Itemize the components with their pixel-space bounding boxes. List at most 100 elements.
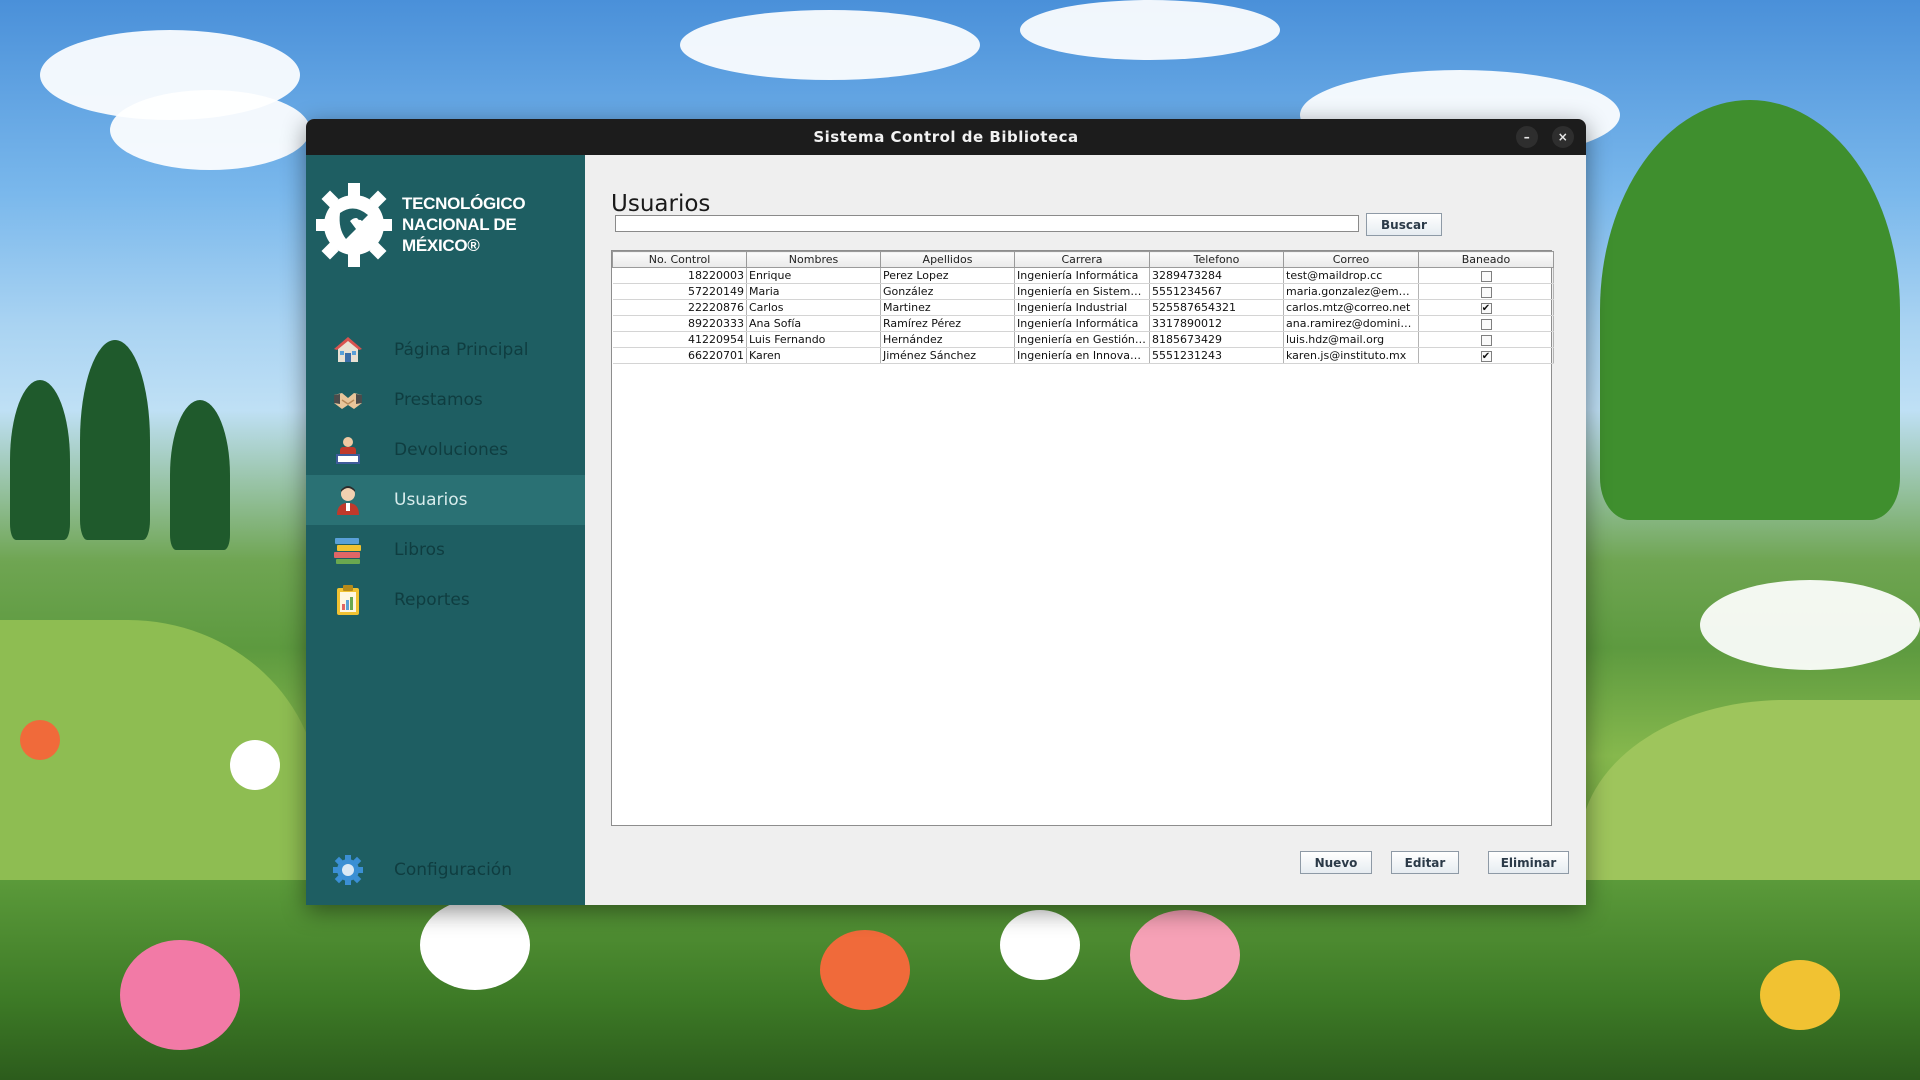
column-header-nombres[interactable]: Nombres xyxy=(746,251,881,268)
new-button[interactable]: Nuevo xyxy=(1300,851,1372,874)
cell-carrera[interactable]: Ingeniería Informática xyxy=(1014,315,1150,332)
cell-telefono[interactable]: 8185673429 xyxy=(1149,331,1284,348)
sidebar-item-devoluciones[interactable]: Devoluciones xyxy=(306,425,585,475)
cell-nombres[interactable]: Ana Sofía xyxy=(746,315,881,332)
banned-checkbox[interactable] xyxy=(1480,334,1492,346)
table-row[interactable]: 66220701 Karen Jiménez Sánchez Ingenierí… xyxy=(612,347,1554,364)
table-row[interactable]: 18220003 Enrique Perez Lopez Ingeniería … xyxy=(612,267,1554,284)
cell-nombres[interactable]: Karen xyxy=(746,347,881,364)
cell-no-control[interactable]: 41220954 xyxy=(612,331,747,348)
cell-carrera[interactable]: Ingeniería en Sistema... xyxy=(1014,283,1150,300)
tree xyxy=(10,380,70,540)
banned-checkbox[interactable]: ✔ xyxy=(1480,302,1492,314)
edit-button[interactable]: Editar xyxy=(1391,851,1459,874)
cell-no-control[interactable]: 18220003 xyxy=(612,267,747,284)
column-header-no-control[interactable]: No. Control xyxy=(612,251,747,268)
sidebar-item-label: Usuarios xyxy=(394,490,468,510)
table-row[interactable]: 41220954 Luis Fernando Hernández Ingenie… xyxy=(612,331,1554,348)
flower xyxy=(120,940,240,1050)
flower xyxy=(1130,910,1240,1000)
handshake-icon xyxy=(332,384,364,416)
cell-correo[interactable]: luis.hdz@mail.org xyxy=(1283,331,1419,348)
banned-checkbox[interactable] xyxy=(1480,286,1492,298)
cell-telefono[interactable]: 5551234567 xyxy=(1149,283,1284,300)
cell-apellidos[interactable]: González xyxy=(880,283,1015,300)
cell-baneado xyxy=(1418,283,1554,300)
cell-no-control[interactable]: 89220333 xyxy=(612,315,747,332)
cell-apellidos[interactable]: Perez Lopez xyxy=(880,267,1015,284)
cloud xyxy=(680,10,980,80)
cell-carrera[interactable]: Ingeniería en Innovaci... xyxy=(1014,347,1150,364)
sidebar-item-prestamos[interactable]: Prestamos xyxy=(306,375,585,425)
gear-icon xyxy=(332,854,364,886)
sidebar-item-pagina-principal[interactable]: Página Principal xyxy=(306,325,585,375)
delete-button[interactable]: Eliminar xyxy=(1488,851,1569,874)
users-table-container[interactable]: No. Control Nombres Apellidos Carrera Te… xyxy=(611,250,1554,826)
cell-nombres[interactable]: Luis Fernando xyxy=(746,331,881,348)
cell-correo[interactable]: karen.js@instituto.mx xyxy=(1283,347,1419,364)
sidebar-item-usuarios[interactable]: Usuarios xyxy=(306,475,585,525)
cell-carrera[interactable]: Ingeniería en Gestión ... xyxy=(1014,331,1150,348)
banned-checkbox[interactable] xyxy=(1480,318,1492,330)
title-bar[interactable]: Sistema Control de Biblioteca – × xyxy=(306,119,1586,155)
cell-nombres[interactable]: Carlos xyxy=(746,299,881,316)
table-row[interactable]: 57220149 Maria González Ingeniería en Si… xyxy=(612,283,1554,300)
flower xyxy=(1760,960,1840,1030)
minimize-button[interactable]: – xyxy=(1516,126,1538,148)
column-header-baneado[interactable]: Baneado xyxy=(1418,251,1554,268)
cell-correo[interactable]: carlos.mtz@correo.net xyxy=(1283,299,1419,316)
column-header-correo[interactable]: Correo xyxy=(1283,251,1419,268)
cell-no-control[interactable]: 57220149 xyxy=(612,283,747,300)
close-button[interactable]: × xyxy=(1552,126,1574,148)
table-row[interactable]: 89220333 Ana Sofía Ramírez Pérez Ingenie… xyxy=(612,315,1554,332)
window-content: TECNOLÓGICO NACIONAL DE MÉXICO® Página P… xyxy=(306,155,1586,905)
cell-nombres[interactable]: Enrique xyxy=(746,267,881,284)
flower xyxy=(230,740,280,790)
table-row[interactable]: 22220876 Carlos Martinez Ingeniería Indu… xyxy=(612,299,1554,316)
search-button[interactable]: Buscar xyxy=(1366,213,1442,236)
cell-nombres[interactable]: Maria xyxy=(746,283,881,300)
cell-apellidos[interactable]: Ramírez Pérez xyxy=(880,315,1015,332)
logo-line-1: TECNOLÓGICO xyxy=(402,193,526,213)
cell-no-control[interactable]: 66220701 xyxy=(612,347,747,364)
cell-correo[interactable]: ana.ramirez@dominio... xyxy=(1283,315,1419,332)
cell-apellidos[interactable]: Martinez xyxy=(880,299,1015,316)
sidebar-nav: Página Principal Prestamos Devoluciones … xyxy=(306,325,585,625)
sidebar-item-label: Devoluciones xyxy=(394,440,509,460)
cell-apellidos[interactable]: Hernández xyxy=(880,331,1015,348)
logo-line-2: NACIONAL DE MÉXICO® xyxy=(402,214,517,255)
logo-text: TECNOLÓGICO NACIONAL DE MÉXICO® xyxy=(402,193,585,256)
cell-correo[interactable]: maria.gonzalez@emai... xyxy=(1283,283,1419,300)
column-header-apellidos[interactable]: Apellidos xyxy=(880,251,1015,268)
tree xyxy=(170,400,230,550)
cell-carrera[interactable]: Ingeniería Informática xyxy=(1014,267,1150,284)
cell-telefono[interactable]: 3317890012 xyxy=(1149,315,1284,332)
column-header-carrera[interactable]: Carrera xyxy=(1014,251,1150,268)
banned-checkbox[interactable]: ✔ xyxy=(1480,350,1492,362)
tree xyxy=(80,340,150,540)
sidebar-item-libros[interactable]: Libros xyxy=(306,525,585,575)
report-icon xyxy=(332,584,364,616)
flower xyxy=(20,720,60,760)
sidebar: TECNOLÓGICO NACIONAL DE MÉXICO® Página P… xyxy=(306,155,585,905)
sidebar-item-label: Página Principal xyxy=(394,340,529,360)
column-header-telefono[interactable]: Telefono xyxy=(1149,251,1284,268)
cell-correo[interactable]: test@maildrop.cc xyxy=(1283,267,1419,284)
cell-apellidos[interactable]: Jiménez Sánchez xyxy=(880,347,1015,364)
flower xyxy=(420,900,530,990)
sidebar-item-configuracion[interactable]: Configuración xyxy=(306,845,585,895)
cell-baneado: ✔ xyxy=(1418,347,1554,364)
cell-no-control[interactable]: 22220876 xyxy=(612,299,747,316)
cell-baneado xyxy=(1418,315,1554,332)
cell-telefono[interactable]: 525587654321 xyxy=(1149,299,1284,316)
flower xyxy=(1000,910,1080,980)
sidebar-item-reportes[interactable]: Reportes xyxy=(306,575,585,625)
search-input[interactable] xyxy=(615,215,1359,232)
cell-baneado xyxy=(1418,267,1554,284)
cell-carrera[interactable]: Ingeniería Industrial xyxy=(1014,299,1150,316)
banned-checkbox[interactable] xyxy=(1480,270,1492,282)
cell-telefono[interactable]: 5551231243 xyxy=(1149,347,1284,364)
page-title: Usuarios xyxy=(611,191,711,217)
tecnm-logo: TECNOLÓGICO NACIONAL DE MÉXICO® xyxy=(316,169,585,279)
cell-telefono[interactable]: 3289473284 xyxy=(1149,267,1284,284)
